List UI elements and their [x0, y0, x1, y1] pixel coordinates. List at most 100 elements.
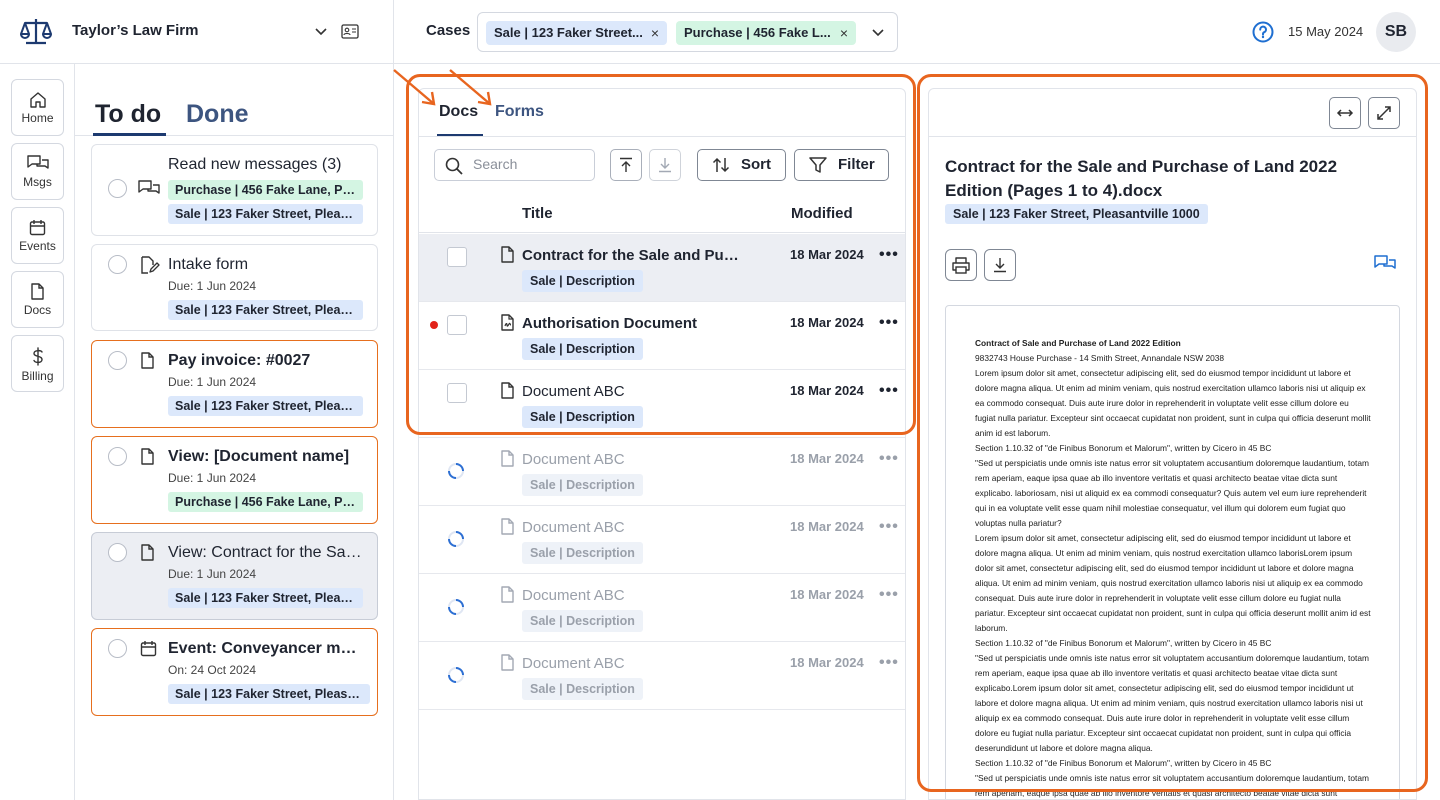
doc-title[interactable]: Document ABC [522, 587, 744, 604]
task-card[interactable]: Intake form Due: 1 Jun 2024 Sale | 123 F… [91, 244, 378, 331]
chevron-down-icon[interactable] [871, 26, 885, 40]
task-due-date: Due: 1 Jun 2024 [168, 567, 257, 581]
signature-document-icon [501, 314, 514, 331]
filter-label: Filter [838, 156, 875, 173]
doc-title[interactable]: Document ABC [522, 655, 744, 672]
doc-title[interactable]: Document ABC [522, 451, 744, 468]
task-title: View: [Document name] [168, 448, 350, 465]
doc-tag: Sale | Description [522, 678, 643, 700]
nav-label: Docs [23, 303, 52, 317]
download-button[interactable] [984, 249, 1016, 281]
close-icon[interactable]: × [651, 21, 659, 45]
unread-dot [430, 321, 438, 329]
task-title: Event: Conveyancer meeting [168, 640, 365, 657]
document-icon [501, 654, 514, 671]
doc-title[interactable]: Document ABC [522, 383, 744, 400]
nav-events[interactable]: Events [11, 207, 64, 264]
nav-home[interactable]: Home [11, 79, 64, 136]
user-avatar[interactable]: SB [1376, 12, 1416, 52]
doc-title[interactable]: Contract for the Sale and Purchase of La… [522, 247, 744, 264]
resize-width-button[interactable] [1329, 97, 1361, 129]
task-complete-checkbox[interactable] [108, 351, 127, 370]
preview-title: Contract for the Sale and Purchase of La… [945, 157, 1338, 200]
case-chip-sale[interactable]: Sale | 123 Faker Street... × [486, 21, 667, 45]
close-icon[interactable]: × [840, 21, 848, 45]
more-options-icon[interactable]: ••• [879, 382, 899, 400]
firm-selector[interactable]: Taylor’s Law Firm [0, 0, 394, 64]
task-due-date: Due: 1 Jun 2024 [168, 375, 257, 389]
nav-messages[interactable]: Msgs [11, 143, 64, 200]
table-row-loading[interactable]: Document ABC Sale | Description 18 Mar 2… [419, 506, 905, 574]
doc-title[interactable]: Document ABC [522, 519, 744, 536]
task-complete-checkbox[interactable] [108, 179, 127, 198]
chevron-down-icon[interactable] [314, 25, 328, 39]
document-icon [501, 450, 514, 467]
table-row[interactable]: Authorisation Document Sale | Descriptio… [419, 302, 905, 370]
row-checkbox[interactable] [447, 315, 467, 335]
download-button[interactable] [649, 149, 681, 181]
column-title[interactable]: Title [522, 205, 553, 222]
filter-icon [809, 157, 827, 173]
table-row-loading[interactable]: Document ABC Sale | Description 18 Mar 2… [419, 574, 905, 642]
download-icon [659, 158, 671, 173]
nav-docs[interactable]: Docs [11, 271, 64, 328]
search-box[interactable] [434, 149, 595, 181]
task-complete-checkbox[interactable] [108, 639, 127, 658]
more-options-icon[interactable]: ••• [879, 518, 899, 536]
search-input[interactable] [473, 156, 583, 172]
nav-label: Msgs [23, 175, 52, 189]
help-icon[interactable] [1252, 21, 1274, 43]
firm-name: Taylor’s Law Firm [72, 22, 199, 39]
sort-button[interactable]: Sort [697, 149, 786, 181]
row-checkbox[interactable] [447, 247, 467, 267]
task-card[interactable]: View: [Document name] Due: 1 Jun 2024 Pu… [91, 436, 378, 524]
table-row[interactable]: Contract for the Sale and Purchase of La… [419, 234, 905, 302]
messages-icon [26, 155, 49, 169]
doc-title[interactable]: Authorisation Document [522, 315, 744, 332]
nav-billing[interactable]: Billing [11, 335, 64, 392]
task-card-selected[interactable]: View: Contract for the Sale and Purchase… [91, 532, 378, 620]
column-modified[interactable]: Modified [791, 205, 853, 222]
task-card[interactable]: Read new messages (3) Purchase | 456 Fak… [91, 144, 378, 236]
table-row-loading[interactable]: Document ABC Sale | Description 18 Mar 2… [419, 642, 905, 710]
tab-forms[interactable]: Forms [495, 103, 544, 121]
upload-button[interactable] [610, 149, 642, 181]
loading-spinner-icon [448, 667, 464, 683]
tab-docs[interactable]: Docs [439, 103, 478, 121]
doc-modified: 18 Mar 2024 [790, 587, 864, 602]
print-button[interactable] [945, 249, 977, 281]
case-tag: Sale | 123 Faker Street, Pleasa... [168, 684, 370, 704]
more-options-icon[interactable]: ••• [879, 450, 899, 468]
cases-multiselect[interactable]: Sale | 123 Faker Street... × Purchase | … [477, 12, 898, 52]
calendar-icon [29, 220, 46, 236]
table-row[interactable]: Document ABC Sale | Description 18 Mar 2… [419, 370, 905, 438]
task-due-date: Due: 1 Jun 2024 [168, 279, 257, 293]
tab-todo[interactable]: To do [95, 100, 161, 129]
doc-paragraph: "Sed ut perspiciatis unde omnis iste nat… [975, 773, 1370, 798]
case-chip-purchase[interactable]: Purchase | 456 Fake L... × [676, 21, 856, 45]
messages-icon[interactable] [1374, 255, 1396, 272]
upload-icon [620, 157, 632, 172]
more-options-icon[interactable]: ••• [879, 246, 899, 264]
more-options-icon[interactable]: ••• [879, 586, 899, 604]
task-complete-checkbox[interactable] [108, 447, 127, 466]
task-card[interactable]: Event: Conveyancer meeting On: 24 Oct 20… [91, 628, 378, 716]
more-options-icon[interactable]: ••• [879, 654, 899, 672]
task-complete-checkbox[interactable] [108, 543, 127, 562]
table-header: Title Modified [419, 193, 905, 233]
more-options-icon[interactable]: ••• [879, 314, 899, 332]
filter-button[interactable]: Filter [794, 149, 889, 181]
document-icon [501, 382, 514, 399]
row-checkbox[interactable] [447, 383, 467, 403]
table-row-loading[interactable]: Document ABC Sale | Description 18 Mar 2… [419, 438, 905, 506]
task-complete-checkbox[interactable] [108, 255, 127, 274]
task-card[interactable]: Pay invoice: #0027 Due: 1 Jun 2024 Sale … [91, 340, 378, 428]
document-icon [501, 246, 514, 263]
docs-tabs: Docs Forms [419, 89, 905, 137]
document-page: Contract of Sale and Purchase of Land 20… [945, 305, 1400, 799]
tab-done[interactable]: Done [186, 100, 249, 129]
sort-label: Sort [741, 156, 771, 173]
expand-button[interactable] [1368, 97, 1400, 129]
contact-card-icon[interactable] [341, 24, 359, 39]
preview-toolbar [929, 89, 1416, 137]
